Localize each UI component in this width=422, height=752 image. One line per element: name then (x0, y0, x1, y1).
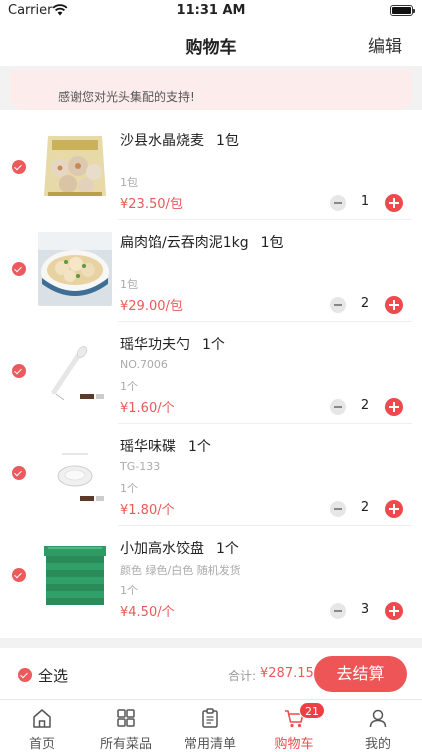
product-image (38, 130, 112, 204)
grid-icon (117, 709, 135, 727)
product-price: ¥23.50/包 (120, 197, 183, 212)
product-per-unit: 1包 (120, 278, 138, 291)
checkout-button[interactable]: 去结算 (314, 656, 407, 692)
checkout-bar: 全选 合计: ¥287.15 去结算 (0, 648, 422, 700)
cart-item: 小加高水饺盘 1个 颜色 绿色/白色 随机发货 1个 ¥4.50/个 3 (0, 526, 422, 628)
battery-icon (390, 5, 415, 16)
quantity-value: 2 (360, 296, 370, 311)
tab-cart[interactable]: 21 购物车 (252, 700, 336, 752)
home-icon (33, 709, 51, 728)
decrease-button[interactable] (330, 399, 346, 415)
clock: 11:31 AM (176, 3, 246, 18)
product-per-unit: 1包 (120, 176, 138, 189)
tab-bar: 首页 所有菜品 常用清单 21 购物车 我的 (0, 700, 422, 752)
product-price: ¥1.60/个 (120, 401, 175, 416)
total-amount: ¥287.15 (260, 666, 314, 681)
tab-label: 首页 (28, 737, 55, 752)
product-per-unit: 1个 (120, 380, 138, 393)
product-name: 小加高水饺盘 1个 (120, 541, 239, 557)
decrease-button[interactable] (330, 501, 346, 517)
tab-common-list[interactable]: 常用清单 (168, 700, 252, 752)
product-spec: NO.7006 (120, 358, 168, 371)
decrease-button[interactable] (330, 603, 346, 619)
increase-button[interactable] (385, 296, 403, 314)
product-image (38, 538, 112, 612)
status-bar: Carrier 11:31 AM (0, 0, 422, 22)
product-per-unit: 1个 (120, 584, 138, 597)
decrease-button[interactable] (330, 195, 346, 211)
tab-all-dishes[interactable]: 所有菜品 (84, 700, 168, 752)
product-per-unit: 1个 (120, 482, 138, 495)
page-title: 购物车 (185, 38, 237, 58)
quantity-value: 3 (360, 602, 370, 617)
tab-label: 所有菜品 (99, 737, 152, 752)
nav-bar: 购物车 编辑 (0, 22, 422, 66)
cart-item: 瑶华功夫勺 1个 NO.7006 1个 ¥1.60/个 2 (0, 322, 422, 424)
tab-label: 购物车 (274, 737, 314, 752)
product-image (38, 436, 112, 510)
product-price: ¥1.80/个 (120, 503, 175, 518)
notice-banner: 感谢您对光头集配的支持! (10, 70, 412, 110)
tab-label: 常用清单 (183, 737, 236, 752)
decrease-button[interactable] (330, 297, 346, 313)
increase-button[interactable] (385, 398, 403, 416)
product-image (38, 334, 112, 408)
item-checkbox[interactable] (12, 466, 26, 480)
edit-button[interactable]: 编辑 (368, 32, 402, 57)
section-separator (0, 638, 422, 648)
tab-profile[interactable]: 我的 (336, 700, 420, 752)
notice-text: 感谢您对光头集配的支持! (58, 90, 195, 104)
quantity-value: 1 (360, 194, 370, 209)
product-price: ¥4.50/个 (120, 605, 175, 620)
tab-label: 我的 (364, 737, 391, 752)
item-checkbox[interactable] (12, 364, 26, 378)
item-checkbox[interactable] (12, 262, 26, 276)
quantity-value: 2 (360, 398, 370, 413)
select-all-checkbox[interactable] (18, 668, 32, 682)
product-name: 瑶华功夫勺 1个 (120, 337, 225, 353)
product-name: 沙县水晶烧麦 1包 (120, 133, 239, 149)
cart-item: 沙县水晶烧麦 1包 1包 ¥23.50/包 1 (0, 118, 422, 220)
increase-button[interactable] (385, 602, 403, 620)
tab-home[interactable]: 首页 (0, 700, 84, 752)
product-price: ¥29.00/包 (120, 299, 183, 314)
product-name: 瑶华味碟 1个 (120, 439, 211, 455)
clipboard-icon (202, 708, 218, 728)
quantity-value: 2 (360, 500, 370, 515)
product-image (38, 232, 112, 306)
product-spec: 颜色 绿色/白色 随机发货 (120, 564, 241, 577)
increase-button[interactable] (385, 500, 403, 518)
cart-item: 瑶华味碟 1个 TG-133 1个 ¥1.80/个 2 (0, 424, 422, 526)
cart-item: 扁肉馅/云吞肉泥1kg 1包 1包 ¥29.00/包 2 (0, 220, 422, 322)
product-name: 扁肉馅/云吞肉泥1kg 1包 (120, 235, 284, 251)
item-checkbox[interactable] (12, 160, 26, 174)
product-spec: TG-133 (120, 460, 161, 473)
cart-count-badge: 21 (299, 702, 325, 719)
person-icon (369, 709, 387, 728)
increase-button[interactable] (385, 194, 403, 212)
total-label: 合计: (228, 669, 257, 683)
select-all-label[interactable]: 全选 (38, 665, 68, 686)
item-checkbox[interactable] (12, 568, 26, 582)
